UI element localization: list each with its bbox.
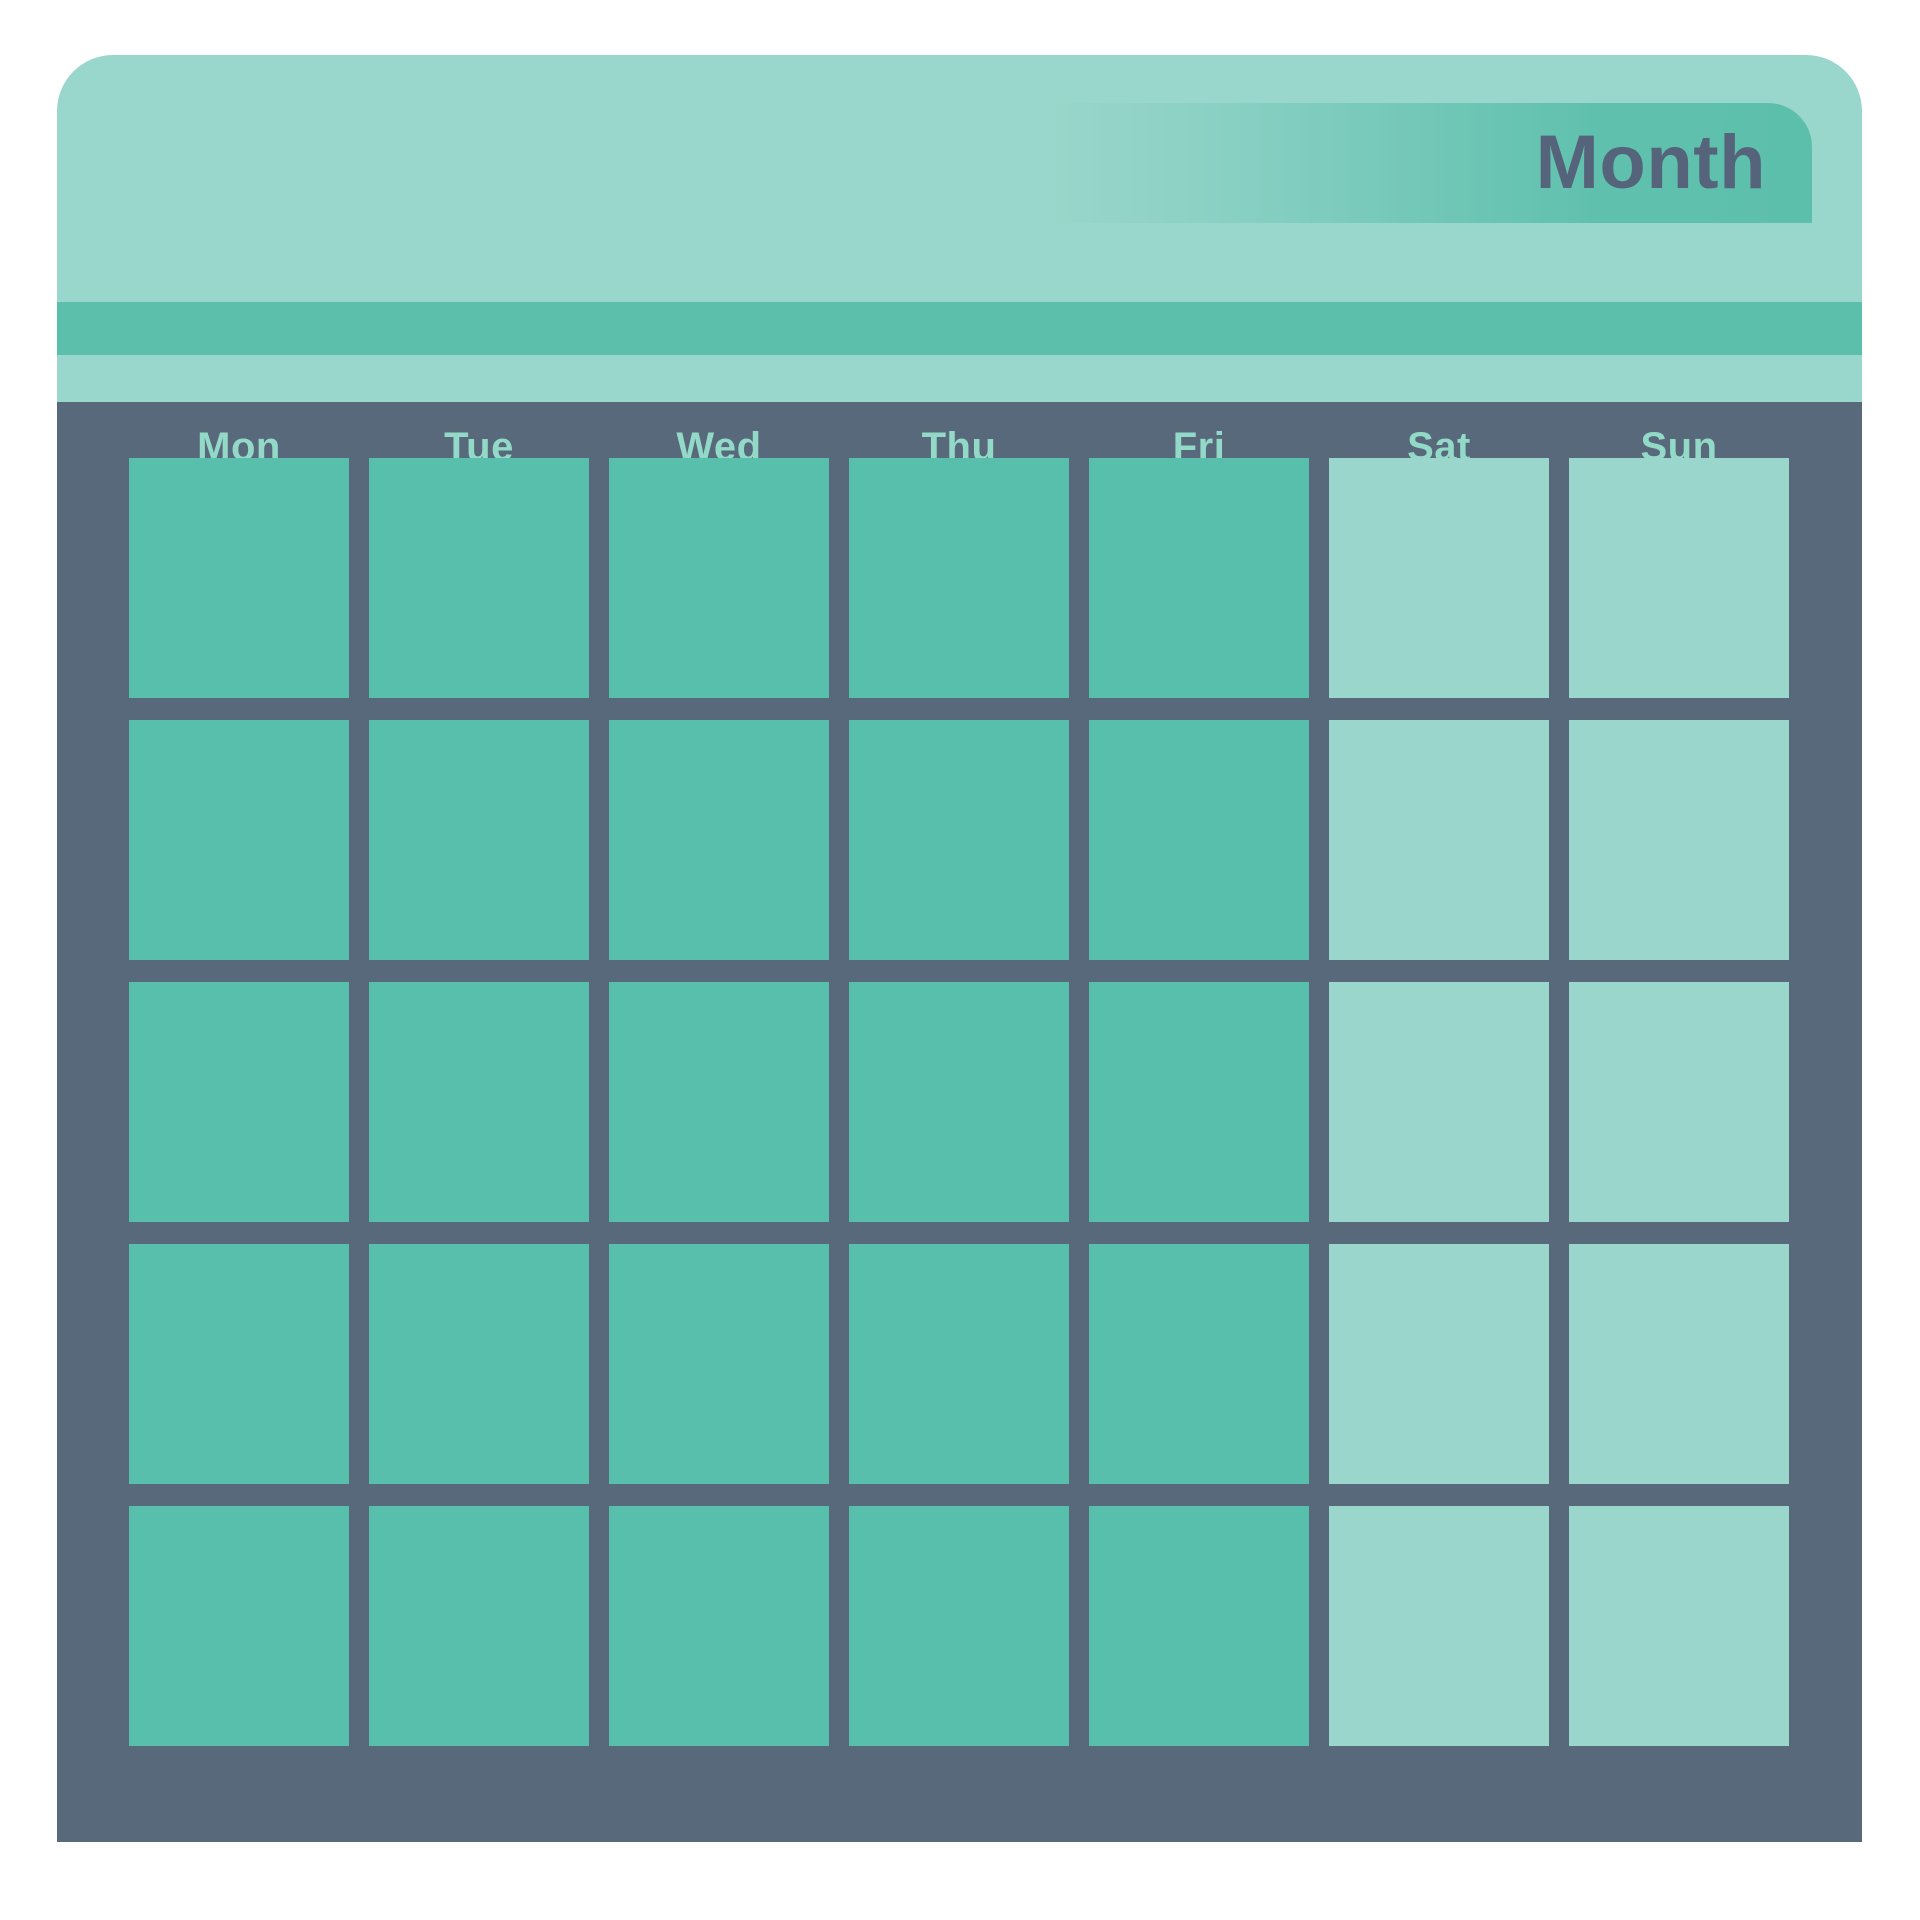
- day-cell[interactable]: [1089, 458, 1309, 698]
- day-cell[interactable]: [849, 1244, 1069, 1484]
- day-cell[interactable]: [1089, 982, 1309, 1222]
- calendar-body: Mon Tue Wed Thu Fri Sat Sun: [57, 402, 1862, 1842]
- day-cell[interactable]: [849, 720, 1069, 960]
- day-cell[interactable]: [1569, 982, 1789, 1222]
- day-cell[interactable]: [1089, 720, 1309, 960]
- day-cell[interactable]: [609, 1506, 829, 1746]
- day-cell[interactable]: [609, 458, 829, 698]
- day-cell[interactable]: [1329, 982, 1549, 1222]
- day-cell[interactable]: [1329, 458, 1549, 698]
- day-cell[interactable]: [129, 720, 349, 960]
- date-grid: [129, 458, 1789, 1746]
- day-cell[interactable]: [1329, 720, 1549, 960]
- day-cell[interactable]: [849, 458, 1069, 698]
- day-cell[interactable]: [129, 1244, 349, 1484]
- day-cell[interactable]: [369, 982, 589, 1222]
- day-cell[interactable]: [1329, 1244, 1549, 1484]
- day-cell[interactable]: [849, 982, 1069, 1222]
- day-cell[interactable]: [609, 720, 829, 960]
- day-cell[interactable]: [129, 1506, 349, 1746]
- day-cell[interactable]: [369, 720, 589, 960]
- day-cell[interactable]: [369, 1244, 589, 1484]
- day-cell[interactable]: [1569, 1244, 1789, 1484]
- calendar-header: Month: [57, 55, 1862, 402]
- day-cell[interactable]: [129, 458, 349, 698]
- day-cell[interactable]: [129, 982, 349, 1222]
- page-title: Month: [1535, 120, 1766, 205]
- day-cell[interactable]: [609, 1244, 829, 1484]
- header-accent-stripe: [57, 302, 1862, 355]
- day-cell[interactable]: [849, 1506, 1069, 1746]
- day-cell[interactable]: [369, 458, 589, 698]
- calendar-widget: Month Mon Tue Wed Thu Fri Sat Sun: [0, 0, 1920, 1920]
- day-cell[interactable]: [1089, 1506, 1309, 1746]
- day-cell[interactable]: [1569, 458, 1789, 698]
- day-cell[interactable]: [609, 982, 829, 1222]
- day-cell[interactable]: [1089, 1244, 1309, 1484]
- day-cell[interactable]: [1569, 1506, 1789, 1746]
- day-cell[interactable]: [369, 1506, 589, 1746]
- day-cell[interactable]: [1329, 1506, 1549, 1746]
- day-cell[interactable]: [1569, 720, 1789, 960]
- month-tab[interactable]: Month: [1052, 103, 1812, 223]
